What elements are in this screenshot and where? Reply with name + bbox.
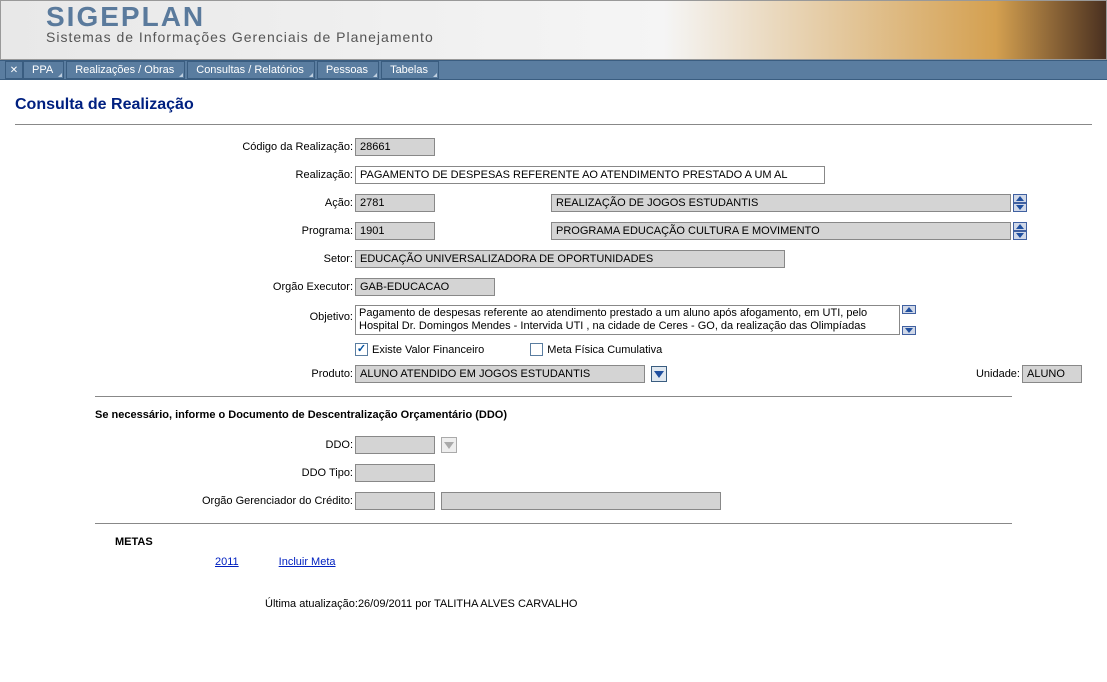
programa-code-field[interactable]: 1901 <box>355 222 435 240</box>
menu-bar: ✕ PPA Realizações / Obras Consultas / Re… <box>0 60 1107 80</box>
objetivo-spinner <box>902 305 916 335</box>
menu-label: Consultas / Relatórios <box>196 64 304 76</box>
menu-item-tabelas[interactable]: Tabelas <box>381 61 439 79</box>
checkbox-meta-cumulativa[interactable] <box>530 343 543 356</box>
ddo-field[interactable] <box>355 436 435 454</box>
update-value: 26/09/2011 por TALITHA ALVES CARVALHO <box>358 598 578 610</box>
divider <box>15 124 1092 125</box>
lookup-produto-icon[interactable] <box>651 366 667 382</box>
realizacao-field[interactable]: PAGAMENTO DE DESPESAS REFERENTE AO ATEND… <box>355 166 825 184</box>
update-label: Última atualização: <box>265 598 358 610</box>
setor-field[interactable]: EDUCAÇÃO UNIVERSALIZADORA DE OPORTUNIDAD… <box>355 250 785 268</box>
programa-spinner <box>1013 222 1027 240</box>
orgao-cred-desc-field[interactable] <box>441 492 721 510</box>
ddo-label: DDO: <box>95 439 355 451</box>
objetivo-field[interactable]: Pagamento de despesas referente ao atend… <box>355 305 900 335</box>
last-update: Última atualização:26/09/2011 por TALITH… <box>265 598 1092 610</box>
codigo-label: Código da Realização: <box>95 141 355 153</box>
menu-item-consultas[interactable]: Consultas / Relatórios <box>187 61 315 79</box>
menu-label: PPA <box>32 64 53 76</box>
setor-label: Setor: <box>95 253 355 265</box>
orgao-cred-code-field[interactable] <box>355 492 435 510</box>
acao-desc-field[interactable]: REALIZAÇÃO DE JOGOS ESTUDANTIS <box>551 194 1011 212</box>
metas-year-link[interactable]: 2011 <box>215 556 239 568</box>
objetivo-label: Objetivo: <box>95 305 355 323</box>
realizacao-label: Realização: <box>95 169 355 181</box>
codigo-field[interactable]: 28661 <box>355 138 435 156</box>
ddo-note: Se necessário, informe o Documento de De… <box>95 409 1092 421</box>
lookup-ddo-icon[interactable] <box>441 437 457 453</box>
programa-desc-field[interactable]: PROGRAMA EDUCAÇÃO CULTURA E MOVIMENTO <box>551 222 1011 240</box>
unidade-field[interactable]: ALUNO <box>1022 365 1082 383</box>
page-title: Consulta de Realização <box>15 96 1092 114</box>
spin-down-icon[interactable] <box>1013 203 1027 212</box>
app-header: SIGEPLAN Sistemas de Informações Gerenci… <box>0 0 1107 60</box>
menu-item-pessoas[interactable]: Pessoas <box>317 61 379 79</box>
logo-subtitle: Sistemas de Informações Gerenciais de Pl… <box>46 29 1106 45</box>
orgao-exec-field[interactable]: GAB-EDUCACAO <box>355 278 495 296</box>
programa-label: Programa: <box>95 225 355 237</box>
ddo-tipo-label: DDO Tipo: <box>95 467 355 479</box>
menu-item-realizacoes[interactable]: Realizações / Obras <box>66 61 185 79</box>
spin-down-icon[interactable] <box>902 326 916 335</box>
incluir-meta-link[interactable]: Incluir Meta <box>279 556 336 568</box>
ddo-tipo-field[interactable] <box>355 464 435 482</box>
logo-text: SIGEPLAN <box>46 3 1106 31</box>
orgao-exec-label: Orgão Executor: <box>95 281 355 293</box>
checkbox-valor-financeiro[interactable] <box>355 343 368 356</box>
orgao-cred-label: Orgão Gerenciador do Crédito: <box>95 495 355 507</box>
produto-field[interactable]: ALUNO ATENDIDO EM JOGOS ESTUDANTIS <box>355 365 645 383</box>
cb-meta-label: Meta Física Cumulativa <box>547 344 662 356</box>
acao-code-field[interactable]: 2781 <box>355 194 435 212</box>
close-icon[interactable]: ✕ <box>5 61 23 79</box>
dropdown-marker-icon <box>309 73 313 77</box>
spin-up-icon[interactable] <box>1013 222 1027 231</box>
divider <box>95 396 1012 397</box>
menu-label: Tabelas <box>390 64 428 76</box>
menu-label: Realizações / Obras <box>75 64 174 76</box>
spin-up-icon[interactable] <box>1013 194 1027 203</box>
divider <box>95 523 1012 524</box>
spin-down-icon[interactable] <box>1013 231 1027 240</box>
spin-up-icon[interactable] <box>902 305 916 314</box>
dropdown-marker-icon <box>58 73 62 77</box>
dropdown-marker-icon <box>179 73 183 77</box>
metas-title: METAS <box>115 536 1092 548</box>
dropdown-marker-icon <box>373 73 377 77</box>
menu-label: Pessoas <box>326 64 368 76</box>
cb-valor-label: Existe Valor Financeiro <box>372 344 484 356</box>
produto-label: Produto: <box>95 368 355 380</box>
acao-label: Ação: <box>95 197 355 209</box>
acao-spinner <box>1013 194 1027 212</box>
dropdown-marker-icon <box>433 73 437 77</box>
menu-item-ppa[interactable]: PPA <box>23 61 64 79</box>
unidade-label: Unidade: <box>976 368 1020 380</box>
